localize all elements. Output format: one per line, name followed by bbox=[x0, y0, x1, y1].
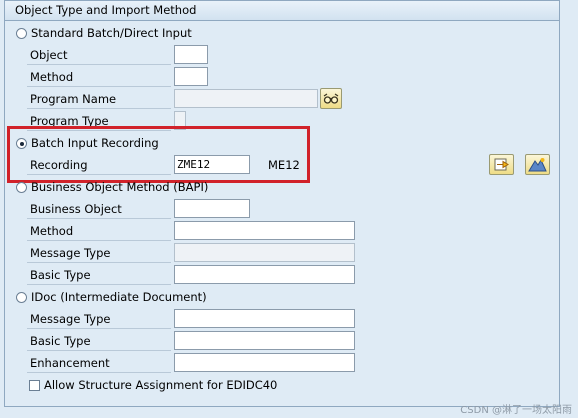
radio-bapi[interactable] bbox=[16, 182, 27, 193]
method-field[interactable] bbox=[174, 67, 208, 86]
bapi-message-type-field[interactable] bbox=[174, 243, 355, 262]
highlight-box bbox=[7, 126, 310, 183]
bapi-basic-type-label: Basic Type bbox=[27, 265, 171, 285]
arrow-right-icon[interactable] bbox=[489, 154, 514, 175]
idoc-enhancement-field[interactable] bbox=[174, 353, 355, 372]
program-name-field[interactable] bbox=[174, 89, 318, 108]
allow-structure-checkbox[interactable] bbox=[29, 380, 40, 391]
group-title: Object Type and Import Method bbox=[15, 3, 197, 17]
bapi-method-label: Method bbox=[27, 221, 171, 241]
idoc-enhancement-label: Enhancement bbox=[27, 353, 171, 373]
business-object-label: Business Object bbox=[27, 199, 171, 219]
object-label: Object bbox=[27, 45, 171, 65]
radio-idoc[interactable] bbox=[16, 292, 27, 303]
idoc-basic-type-field[interactable] bbox=[174, 331, 355, 350]
group-title-bar: Object Type and Import Method bbox=[4, 0, 560, 21]
glasses-icon[interactable] bbox=[320, 88, 342, 109]
mountain-icon[interactable] bbox=[525, 154, 550, 175]
bapi-message-type-label: Message Type bbox=[27, 243, 171, 263]
method-label: Method bbox=[27, 67, 171, 87]
idoc-message-type-label: Message Type bbox=[27, 309, 171, 329]
business-object-field[interactable] bbox=[174, 199, 250, 218]
idoc-message-type-field[interactable] bbox=[174, 309, 355, 328]
radio-idoc-label: IDoc (Intermediate Document) bbox=[31, 290, 207, 304]
bapi-basic-type-field[interactable] bbox=[174, 265, 355, 284]
bapi-method-field[interactable] bbox=[174, 221, 355, 240]
radio-standard-batch[interactable] bbox=[16, 28, 27, 39]
allow-structure-label: Allow Structure Assignment for EDIDC40 bbox=[44, 378, 278, 392]
radio-standard-batch-label: Standard Batch/Direct Input bbox=[31, 26, 192, 40]
radio-bapi-label: Business Object Method (BAPI) bbox=[31, 180, 209, 194]
program-name-label: Program Name bbox=[27, 89, 171, 109]
object-field[interactable] bbox=[174, 45, 208, 64]
idoc-basic-type-label: Basic Type bbox=[27, 331, 171, 351]
watermark: CSDN @淋了一场太阳雨 bbox=[460, 405, 572, 416]
